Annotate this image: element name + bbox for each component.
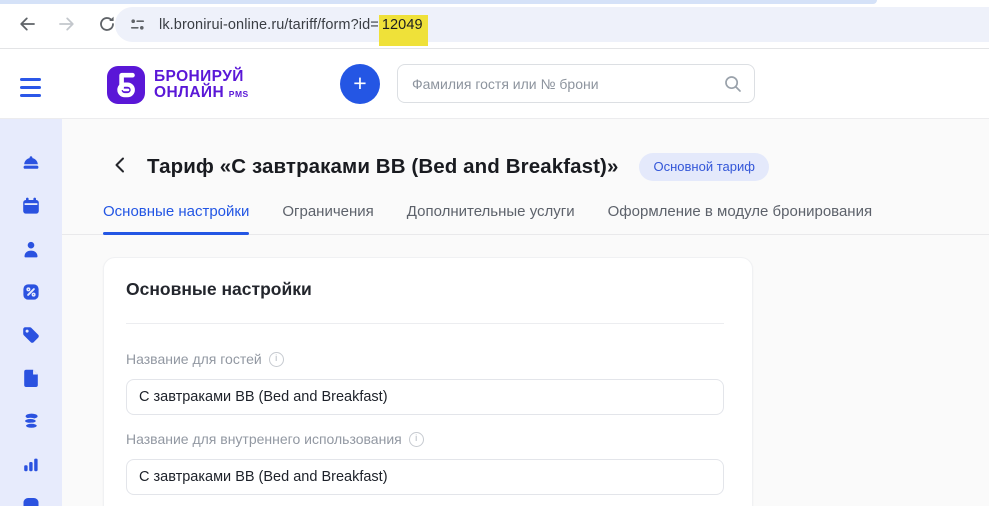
site-settings-icon[interactable] (129, 16, 146, 33)
browser-toolbar: lk.bronirui-online.ru/tariff/form?id=120… (0, 0, 989, 49)
back-arrow-icon (17, 14, 37, 37)
internal-name-label: Название для внутреннего использования i (126, 431, 424, 447)
logo-text: БРОНИРУЙ ОНЛАЙН PMS (154, 69, 249, 102)
settings-card: Основные настройки Название для гостей i… (103, 257, 753, 506)
main-content: Тариф «С завтраками BB (Bed and Breakfas… (62, 119, 989, 506)
guest-search (397, 64, 755, 103)
info-icon[interactable]: i (409, 432, 424, 447)
tab-restrictions[interactable]: Ограничения (282, 203, 373, 234)
tab-booking-module-appearance[interactable]: Оформление в модуле бронирования (608, 203, 872, 234)
forward-arrow-icon (57, 14, 77, 37)
internal-name-label-text: Название для внутреннего использования (126, 431, 402, 447)
sidebar (0, 119, 62, 506)
url-text: lk.bronirui-online.ru/tariff/form?id=120… (159, 17, 428, 33)
reload-icon (97, 14, 117, 37)
app-logo[interactable]: БРОНИРУЙ ОНЛАЙН PMS (107, 66, 249, 104)
app-window: lk.bronirui-online.ru/tariff/form?id=120… (0, 0, 989, 506)
chevron-left-icon (110, 154, 130, 179)
add-button-label: + (353, 72, 366, 95)
page-title: Тариф «С завтраками BB (Bed and Breakfas… (147, 155, 618, 179)
search-icon (723, 74, 742, 98)
back-button[interactable] (12, 10, 42, 40)
add-button[interactable]: + (340, 64, 380, 104)
page-head: Тариф «С завтраками BB (Bed and Breakfas… (108, 152, 769, 181)
tariff-type-badge: Основной тариф (639, 153, 768, 181)
logo-line1: БРОНИРУЙ (154, 69, 249, 85)
guest-name-input[interactable] (126, 379, 724, 415)
internal-name-input[interactable] (126, 459, 724, 495)
url-highlighted-id: 12049 (379, 15, 428, 46)
sidebar-coins-icon[interactable] (20, 410, 42, 432)
hamburger-menu-icon[interactable] (20, 77, 41, 98)
app-header: БРОНИРУЙ ОНЛАЙН PMS + (0, 49, 989, 119)
tab-bar: Основные настройки Ограничения Дополните… (62, 203, 989, 235)
logo-mark-icon (107, 66, 145, 104)
sidebar-user-icon[interactable] (20, 238, 42, 260)
guest-name-label: Название для гостей i (126, 351, 284, 367)
logo-suffix: PMS (229, 89, 249, 99)
sidebar-discount-icon[interactable] (20, 281, 42, 303)
sidebar-calendar-icon[interactable] (20, 195, 42, 217)
search-input[interactable] (397, 64, 755, 103)
browser-nav (12, 5, 122, 45)
url-prefix: lk.bronirui-online.ru/tariff/form?id= (159, 17, 379, 33)
sidebar-chart-icon[interactable] (20, 453, 42, 475)
browser-tab-edge (0, 0, 877, 4)
sidebar-partial-icon[interactable] (20, 496, 42, 506)
guest-name-label-text: Название для гостей (126, 351, 262, 367)
info-icon[interactable]: i (269, 352, 284, 367)
address-bar[interactable]: lk.bronirui-online.ru/tariff/form?id=120… (115, 7, 989, 42)
section-title: Основные настройки (126, 279, 312, 300)
forward-button[interactable] (52, 10, 82, 40)
sidebar-document-icon[interactable] (20, 367, 42, 389)
divider (126, 323, 724, 324)
sidebar-tag-icon[interactable] (20, 324, 42, 346)
logo-line2: ОНЛАЙН (154, 84, 224, 101)
tab-extra-services[interactable]: Дополнительные услуги (407, 203, 575, 234)
tab-main-settings[interactable]: Основные настройки (103, 203, 249, 234)
back-chevron-button[interactable] (108, 152, 132, 181)
sidebar-bell-icon[interactable] (20, 152, 42, 174)
